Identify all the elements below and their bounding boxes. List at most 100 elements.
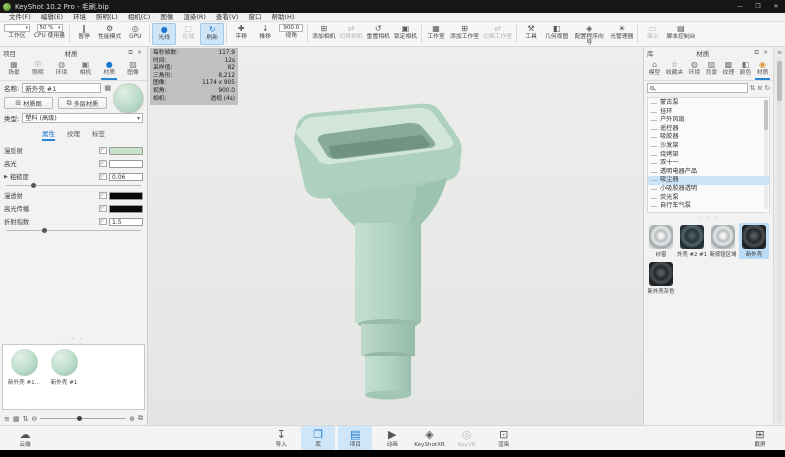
toolbar-button[interactable]: ↓ 推移 [253,23,277,45]
color-swatch[interactable] [109,146,143,155]
material-thumbnail[interactable]: 新外壳 [739,222,769,259]
toolbar-button[interactable]: ↺ 重置相机 [365,23,392,45]
toolbar-button[interactable]: 50 % CPU 使用量 [32,23,67,45]
toolbar-button[interactable]: ✚ 平移 [229,23,253,45]
panel-splitter[interactable]: · · · [0,336,147,343]
toolbar-button[interactable]: ▦ 工作室 [424,23,448,45]
toolbar-button[interactable]: ◎ GPU [123,23,147,45]
library-tab[interactable]: ☆ 收藏夹 [664,59,685,80]
material-thumbnail[interactable]: 新按钮区域 [708,223,738,259]
close-panel-icon[interactable]: ✕ [135,49,144,56]
toolbar-button[interactable]: ◧ 几何视图 [543,23,570,45]
folder-item[interactable]: 双十一 [648,159,769,168]
property-slider[interactable] [6,228,141,233]
toolbar-button[interactable]: 工作区 [2,23,32,45]
library-scrollbar[interactable] [777,59,783,423]
texture-map-icon[interactable] [99,192,107,199]
property-value-field[interactable]: 0.06 [109,172,143,181]
toolbar-value-field[interactable]: 900.0 [279,24,304,32]
texture-map-icon[interactable] [99,173,107,180]
expand-arrow-icon[interactable]: ▶ [4,174,8,180]
property-slider[interactable] [6,183,141,188]
library-tab[interactable]: ◧ 颜色 [738,59,754,80]
realtime-3d-viewport[interactable]: 每秒帧数: 117.9 时间: 12s 采样值: 82 三角形: 8,212 图… [148,47,643,425]
color-swatch[interactable] [109,204,143,213]
toolbar-button[interactable] [516,25,518,43]
toolbar-button[interactable]: 900.0 视角 [277,23,305,45]
toolbar-button[interactable] [226,25,228,43]
toolbar-button[interactable]: ⇄ 切换工作室 [481,23,514,45]
link-icon[interactable]: ⧉ [138,414,143,423]
menu-item[interactable]: 照明(L) [91,13,123,22]
toolbar-button[interactable] [637,25,639,43]
library-tab[interactable]: ▩ 纹理 [721,59,737,80]
library-tab[interactable]: ◍ 环境 [687,59,703,80]
ribbon-button[interactable]: ▤ 项目 [338,426,373,450]
toolbar-combobox[interactable]: 50 % [36,24,63,32]
sort-icon[interactable]: ⇅ [23,415,29,423]
material-thumbnail[interactable]: 新外壳灰色 [646,260,676,296]
scene-material-item[interactable]: 新外壳 #1... [7,349,41,386]
zoom-in-icon[interactable]: ⊕ [129,415,135,423]
property-subtab[interactable]: 标签 [92,128,105,141]
toolbar-button[interactable]: ▤ 脚本控制台 [664,23,697,45]
project-tab[interactable]: ◍ 环境 [54,59,70,80]
save-material-icon[interactable]: ▦ [104,84,111,92]
folder-item[interactable]: 小吸胶器透明 [648,185,769,194]
close-icon[interactable]: ✕ [767,0,785,13]
project-tab[interactable]: ▨ 图像 [125,59,141,80]
library-tab[interactable]: ⌂ 模型 [647,59,663,80]
scene-material-item[interactable]: 新外壳 #1 [47,349,81,386]
ribbon-button[interactable]: ⊡ 渲染 [487,426,521,450]
property-value-field[interactable]: 1.5 [109,217,143,226]
undock-icon[interactable]: ⧉ [126,49,135,57]
slider-knob[interactable] [31,183,36,188]
slider-knob[interactable] [41,228,47,233]
folder-item[interactable]: 户外风扇 [648,116,769,125]
material-tool-button[interactable]: ⊞ 材质图 [4,97,53,109]
cloud-button[interactable]: ☁ 云端 [8,426,42,450]
toolbar-button[interactable]: ⇄ 切换相机 [337,23,364,45]
menu-item[interactable]: 渲染(R) [178,13,211,22]
toolbar-button[interactable] [421,25,423,43]
menu-item[interactable]: 窗口 [243,13,266,22]
library-tab[interactable]: ▨ 背景 [704,59,720,80]
folder-item[interactable]: 吸胶器 [648,133,769,142]
toolbar-button[interactable]: ☀ 光管理器 [608,23,635,45]
toolbar-button[interactable] [307,25,309,43]
folder-item[interactable]: 蒙古泵 [648,99,769,108]
texture-map-icon[interactable] [99,218,107,225]
folder-item[interactable]: 挂环 [648,108,769,117]
project-tab[interactable]: ▦ 场景 [6,59,22,80]
material-tool-button[interactable]: ⧉ 多层材质 [58,97,107,109]
toolbar-combobox[interactable] [4,24,30,32]
close-panel-icon[interactable]: ✕ [761,49,770,56]
grid-view-icon[interactable]: ▦ [13,415,20,423]
screenshot-button[interactable]: ⊞ 截屏 [743,426,777,450]
folder-item[interactable]: 烧烤架 [648,151,769,160]
ribbon-button[interactable]: ❐ 库 [301,426,336,450]
menu-item[interactable]: 编辑(E) [36,13,68,22]
thumbnail-size-slider[interactable] [40,416,127,421]
folder-item[interactable]: 荧光泵 [648,194,769,203]
material-type-select[interactable]: 塑料 (高级) [22,113,143,123]
color-swatch[interactable] [109,191,143,200]
ribbon-button[interactable]: ↧ 导入 [264,426,298,450]
toolbar-button[interactable] [149,25,151,43]
folder-item[interactable]: 自行车气泵 [648,202,769,211]
undock-icon[interactable]: ⧉ [752,49,761,57]
toolbar-button[interactable] [69,25,71,43]
menu-item[interactable]: 环境 [68,13,91,22]
toolbar-button[interactable]: ⊞ 添加相机 [310,23,337,45]
menu-item[interactable]: 图像 [155,13,178,22]
toolbar-button[interactable]: ⊞ 添加工作室 [448,23,481,45]
refresh-icon[interactable]: ↻ [765,84,770,92]
library-tab[interactable]: ◉ 材质 [754,59,771,80]
material-thumbnail[interactable]: 纱窗 [646,223,676,259]
toolbar-button[interactable]: ● 光线 [152,23,177,45]
toolbar-button[interactable]: ↻ 刷新 [200,23,225,45]
filter-icon[interactable]: ≋ [757,84,762,92]
list-view-icon[interactable]: ≡ [4,415,10,423]
toolbar-button[interactable]: ▢ 区域 [176,23,200,45]
toolbar-button[interactable]: ▭ 演示 [640,23,664,45]
